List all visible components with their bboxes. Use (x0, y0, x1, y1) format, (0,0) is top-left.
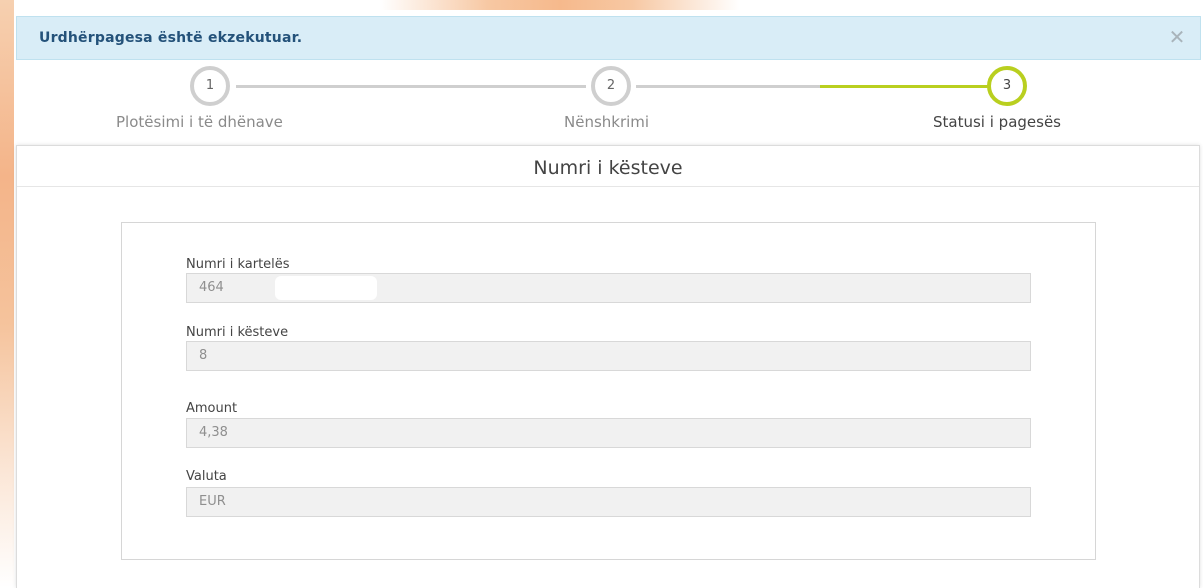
amount-field: 4,38 (186, 418, 1031, 448)
brand-backdrop-left (0, 0, 14, 588)
step-connector-2 (636, 85, 821, 88)
installments-panel: Numri i kësteve Numri i kartelës 4640348… (16, 145, 1200, 588)
card-number-field: 46403486 (186, 273, 1031, 303)
currency-field: EUR (186, 487, 1031, 517)
installments-label: Numri i kësteve (186, 325, 289, 340)
card-number-label: Numri i kartelës (186, 257, 290, 272)
panel-title: Numri i kësteve (17, 146, 1199, 187)
brand-backdrop-top (380, 0, 740, 10)
redaction-mask (275, 276, 377, 300)
payment-details-form: Numri i kartelës 46403486 Numri i këstev… (121, 222, 1096, 560)
currency-label: Valuta (186, 469, 227, 484)
installments-field: 8 (186, 341, 1031, 371)
step-1-label: Plotësimi i të dhënave (116, 113, 283, 131)
alert-message: Urdhërpagesa është ekzekutuar. (39, 30, 303, 46)
step-1-circle: 1 (190, 66, 230, 106)
step-connector-1 (236, 85, 586, 88)
step-3-circle: 3 (987, 66, 1027, 106)
step-3-label: Statusi i pagesës (933, 113, 1061, 131)
close-icon[interactable]: ✕ (1168, 27, 1186, 47)
amount-label: Amount (186, 401, 238, 416)
success-alert: Urdhërpagesa është ekzekutuar. ✕ (16, 16, 1201, 60)
step-2-label: Nënshkrimi (564, 113, 650, 131)
step-connector-3 (820, 85, 990, 88)
step-2-circle: 2 (591, 66, 631, 106)
card-number-prefix: 464 (199, 280, 224, 295)
